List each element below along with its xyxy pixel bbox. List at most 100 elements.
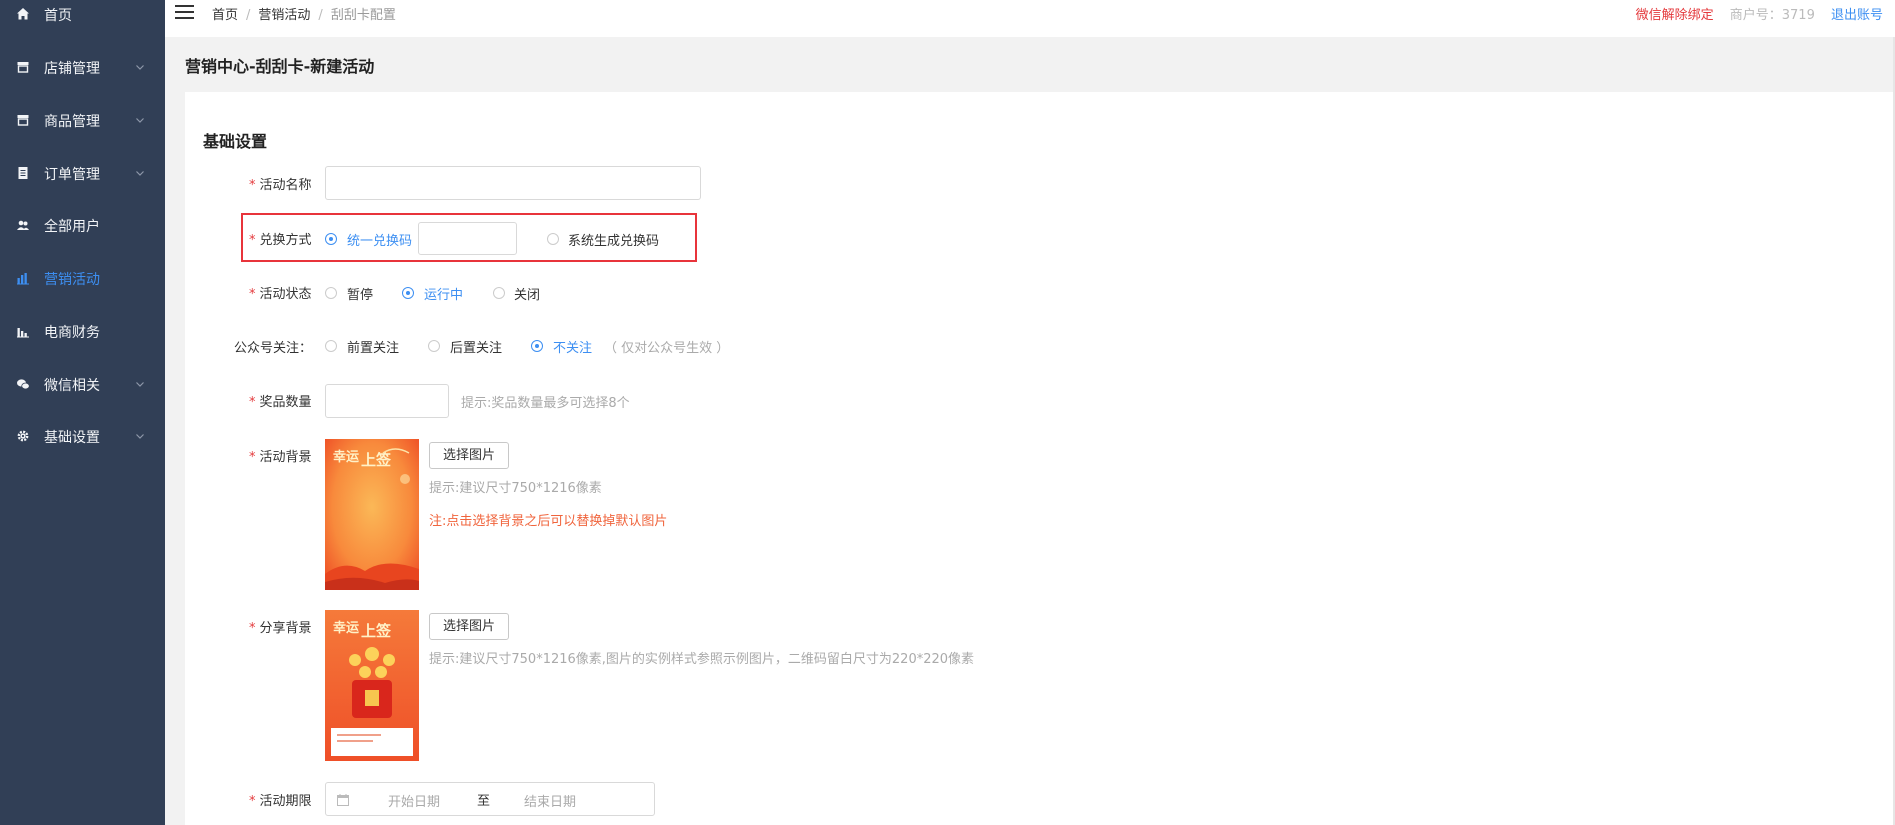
sidebar: 首页 店铺管理 商品管理 订单管理 全部用户 营销活动 电商财务 微信相关 基础… (0, 0, 165, 825)
activity-background-warning: 注:点击选择背景之后可以替换掉默认图片 (429, 514, 668, 529)
sidebar-item-order-management[interactable]: 订单管理 (0, 153, 165, 193)
chevron-down-icon (136, 65, 144, 70)
sidebar-item-label: 店铺管理 (44, 61, 100, 77)
sidebar-item-wechat[interactable]: 微信相关 (0, 364, 165, 404)
activity-background-hint: 提示:建议尺寸750*1216像素 (429, 481, 602, 496)
radio-follow-before-label[interactable]: 前置关注 (347, 337, 399, 356)
radio-follow-after[interactable] (428, 340, 440, 352)
logout-link[interactable]: 退出账号 (1831, 8, 1883, 23)
activity-background-thumbnail: 幸运 上签 (325, 439, 419, 590)
prize-count-input[interactable] (325, 384, 449, 418)
radio-unified-code[interactable] (325, 233, 337, 245)
home-icon (17, 8, 29, 20)
form-card: 基础设置 * 活动名称 * 兑换方式 统一兑换码 系统生成兑换码 * 活动状态 暂停 … (185, 92, 1895, 825)
radio-system-code-label[interactable]: 系统生成兑换码 (568, 230, 659, 249)
sidebar-item-label: 商品管理 (44, 114, 100, 130)
calendar-icon (337, 794, 349, 806)
select-share-background-button[interactable]: 选择图片 (429, 613, 510, 640)
activity-name-input[interactable] (325, 166, 701, 200)
document-icon (18, 167, 28, 179)
sidebar-item-label: 营销活动 (44, 272, 100, 288)
breadcrumb: 首页 / 营销活动 / 刮刮卡配置 (212, 4, 396, 23)
chevron-down-icon (136, 382, 144, 387)
sidebar-item-marketing[interactable]: 营销活动 (0, 258, 165, 298)
bar-chart-icon (17, 328, 29, 338)
required-mark: * (249, 287, 256, 302)
activity-name-label: * 活动名称 (249, 178, 312, 193)
menu-toggle-icon[interactable] (175, 3, 195, 21)
start-date-input[interactable]: 开始日期 (388, 791, 440, 810)
unbind-wechat-link[interactable]: 微信解除绑定 (1636, 8, 1714, 23)
select-activity-background-button[interactable]: 选择图片 (429, 442, 510, 469)
sidebar-item-store-management[interactable]: 店铺管理 (0, 47, 165, 87)
radio-status-running[interactable] (402, 287, 414, 299)
radio-status-paused[interactable] (325, 287, 337, 299)
radio-status-running-label[interactable]: 运行中 (424, 284, 463, 303)
chevron-down-icon (136, 434, 144, 439)
required-mark: * (249, 395, 256, 410)
sidebar-item-label: 基础设置 (44, 430, 100, 446)
top-header: 首页 / 营销活动 / 刮刮卡配置 微信解除绑定 商户号：3719 退出账号 (165, 0, 1895, 37)
merchant-number: 商户号：3719 (1729, 8, 1815, 23)
store-icon (17, 115, 29, 126)
radio-follow-before[interactable] (325, 340, 337, 352)
sidebar-item-label: 全部用户 (44, 219, 100, 235)
breadcrumb-separator: / (246, 8, 251, 23)
activity-background-label: * 活动背景 (249, 450, 312, 465)
header-actions: 微信解除绑定 商户号：3719 退出账号 (1636, 4, 1883, 23)
radio-status-closed[interactable] (493, 287, 505, 299)
svg-text:上签: 上签 (361, 622, 392, 640)
share-background-thumbnail: 幸运 上签 (325, 610, 419, 761)
sidebar-item-product-management[interactable]: 商品管理 (0, 100, 165, 140)
breadcrumb-separator: / (318, 8, 323, 23)
gear-icon (17, 430, 29, 442)
radio-system-code[interactable] (547, 233, 559, 245)
svg-text:上签: 上签 (361, 451, 392, 469)
date-range-separator: 至 (477, 794, 491, 809)
required-mark: * (249, 450, 256, 465)
sidebar-item-label: 订单管理 (44, 167, 100, 183)
breadcrumb-home[interactable]: 首页 (212, 8, 238, 23)
wechat-icon (17, 379, 30, 390)
radio-status-paused-label[interactable]: 暂停 (347, 284, 373, 303)
share-background-label: * 分享背景 (249, 621, 312, 636)
section-title: 基础设置 (203, 132, 268, 151)
bar-chart-icon (17, 273, 29, 285)
radio-no-follow[interactable] (531, 340, 543, 352)
sidebar-item-basic-settings[interactable]: 基础设置 (0, 416, 165, 456)
required-mark: * (249, 794, 256, 809)
sidebar-item-all-users[interactable]: 全部用户 (0, 205, 165, 245)
prize-count-hint: 提示:奖品数量最多可选择8个 (461, 396, 630, 411)
share-background-hint: 提示:建议尺寸750*1216像素,图片的实例样式参照示例图片，二维码留白尺寸为… (429, 652, 975, 667)
svg-text:幸运: 幸运 (333, 620, 359, 636)
required-mark: * (249, 178, 256, 193)
store-icon (17, 62, 29, 73)
end-date-input[interactable]: 结束日期 (524, 791, 576, 810)
follow-account-label: 公众号关注： (234, 341, 313, 356)
sidebar-item-label: 微信相关 (44, 378, 100, 394)
users-icon (17, 220, 29, 230)
radio-unified-code-label[interactable]: 统一兑换码 (347, 230, 412, 249)
date-range-picker[interactable]: 开始日期 至 结束日期 (325, 782, 655, 816)
follow-account-note: （ 仅对公众号生效 ） (604, 341, 730, 356)
activity-status-label: * 活动状态 (249, 287, 312, 302)
breadcrumb-marketing[interactable]: 营销活动 (258, 8, 310, 23)
chevron-down-icon (136, 171, 144, 176)
radio-status-closed-label[interactable]: 关闭 (514, 284, 540, 303)
sidebar-item-label: 电商财务 (44, 325, 100, 341)
sidebar-item-label: 首页 (44, 8, 72, 24)
required-mark: * (249, 233, 256, 248)
radio-follow-after-label[interactable]: 后置关注 (450, 337, 502, 356)
breadcrumb-current: 刮刮卡配置 (330, 8, 396, 23)
radio-no-follow-label[interactable]: 不关注 (553, 337, 592, 356)
exchange-method-label: * 兑换方式 (249, 233, 312, 248)
page-title: 营销中心-刮刮卡-新建活动 (185, 57, 375, 76)
svg-text:幸运: 幸运 (333, 449, 359, 465)
sidebar-item-ecommerce-finance[interactable]: 电商财务 (0, 311, 165, 351)
activity-period-label: * 活动期限 (249, 794, 312, 809)
unified-code-input[interactable] (418, 222, 517, 255)
prize-count-label: * 奖品数量 (249, 395, 312, 410)
chevron-down-icon (136, 118, 144, 123)
sidebar-item-home[interactable]: 首页 (0, 0, 165, 34)
required-mark: * (249, 621, 256, 636)
